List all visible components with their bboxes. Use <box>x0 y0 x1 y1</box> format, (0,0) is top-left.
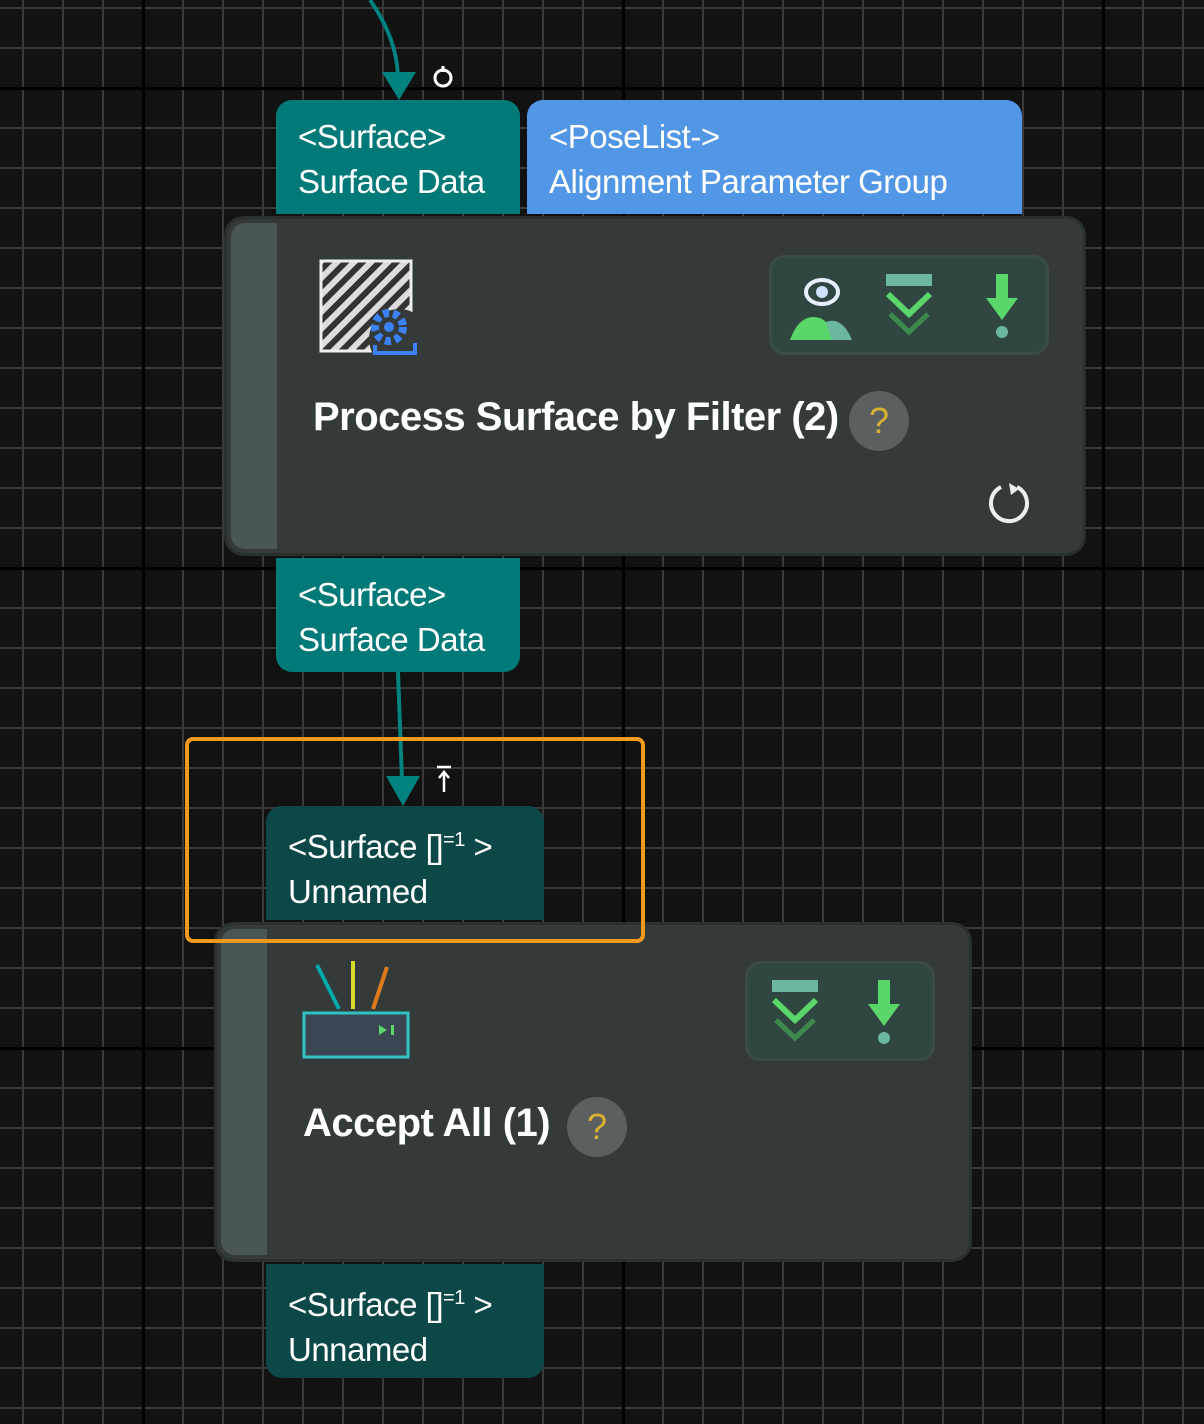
breakpoint-icon[interactable] <box>860 978 910 1048</box>
connection-in <box>368 0 400 81</box>
port-type: <PoseList-> <box>549 118 720 155</box>
node-title: Process Surface by Filter (2) <box>313 395 839 439</box>
port-type: <Surface> <box>298 118 446 155</box>
accept-all-icon <box>302 961 410 1059</box>
port-name: Alignment Parameter Group <box>549 163 948 200</box>
selection-highlight <box>185 737 645 943</box>
visualize-icon[interactable] <box>786 272 856 342</box>
refresh-icon[interactable] <box>987 481 1031 525</box>
port-type: <Surface []=1 > <box>288 1286 493 1323</box>
skip-icon[interactable] <box>882 272 942 342</box>
node-action-bar <box>769 255 1049 355</box>
help-button[interactable]: ? <box>567 1097 627 1157</box>
node-action-bar <box>745 961 935 1061</box>
output-port-surface[interactable]: <Surface> Surface Data <box>276 558 520 672</box>
arrow-head <box>382 72 416 100</box>
node-title: Accept All (1) <box>303 1101 551 1145</box>
node-side-bar <box>231 223 277 549</box>
port-type: <Surface> <box>298 576 446 613</box>
surface-filter-icon <box>319 259 419 359</box>
reset-icon <box>433 66 453 88</box>
node-process-surface-by-filter[interactable]: Process Surface by Filter (2) ? <box>224 216 1086 556</box>
port-name: Unnamed <box>288 1331 428 1368</box>
node-accept-all[interactable]: Accept All (1) ? <box>214 922 972 1262</box>
port-name: Surface Data <box>298 163 485 200</box>
input-port-poselist[interactable]: <PoseList-> Alignment Parameter Group <box>527 100 1022 214</box>
node-side-bar <box>221 929 267 1255</box>
skip-icon[interactable] <box>768 978 828 1048</box>
input-port-surface[interactable]: <Surface> Surface Data <box>276 100 520 214</box>
port-name: Surface Data <box>298 621 485 658</box>
output-port-surface-list[interactable]: <Surface []=1 > Unnamed <box>266 1264 544 1378</box>
breakpoint-icon[interactable] <box>978 272 1028 342</box>
help-button[interactable]: ? <box>849 391 909 451</box>
